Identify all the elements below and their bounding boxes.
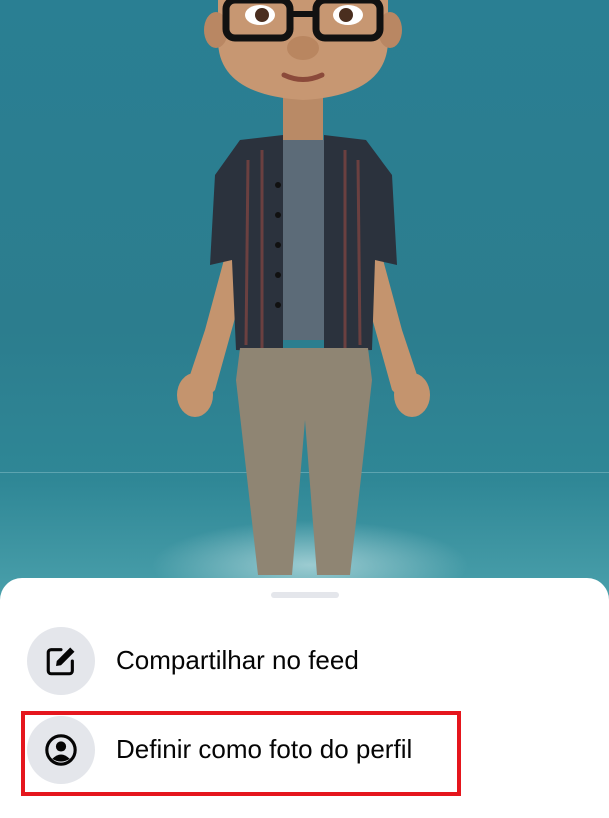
share-to-feed-label: Compartilhar no feed	[116, 645, 359, 675]
share-to-feed-button[interactable]: Compartilhar no feed	[0, 623, 609, 699]
highlight-annotation-box	[21, 711, 461, 796]
avatar-figure	[177, 0, 430, 575]
drag-handle[interactable]	[271, 592, 339, 598]
bottom-sheet: Compartilhar no feed Definir como foto d…	[0, 578, 609, 818]
avatar-preview	[0, 0, 609, 600]
edit-icon	[46, 647, 75, 676]
edit-icon-container	[27, 627, 95, 695]
